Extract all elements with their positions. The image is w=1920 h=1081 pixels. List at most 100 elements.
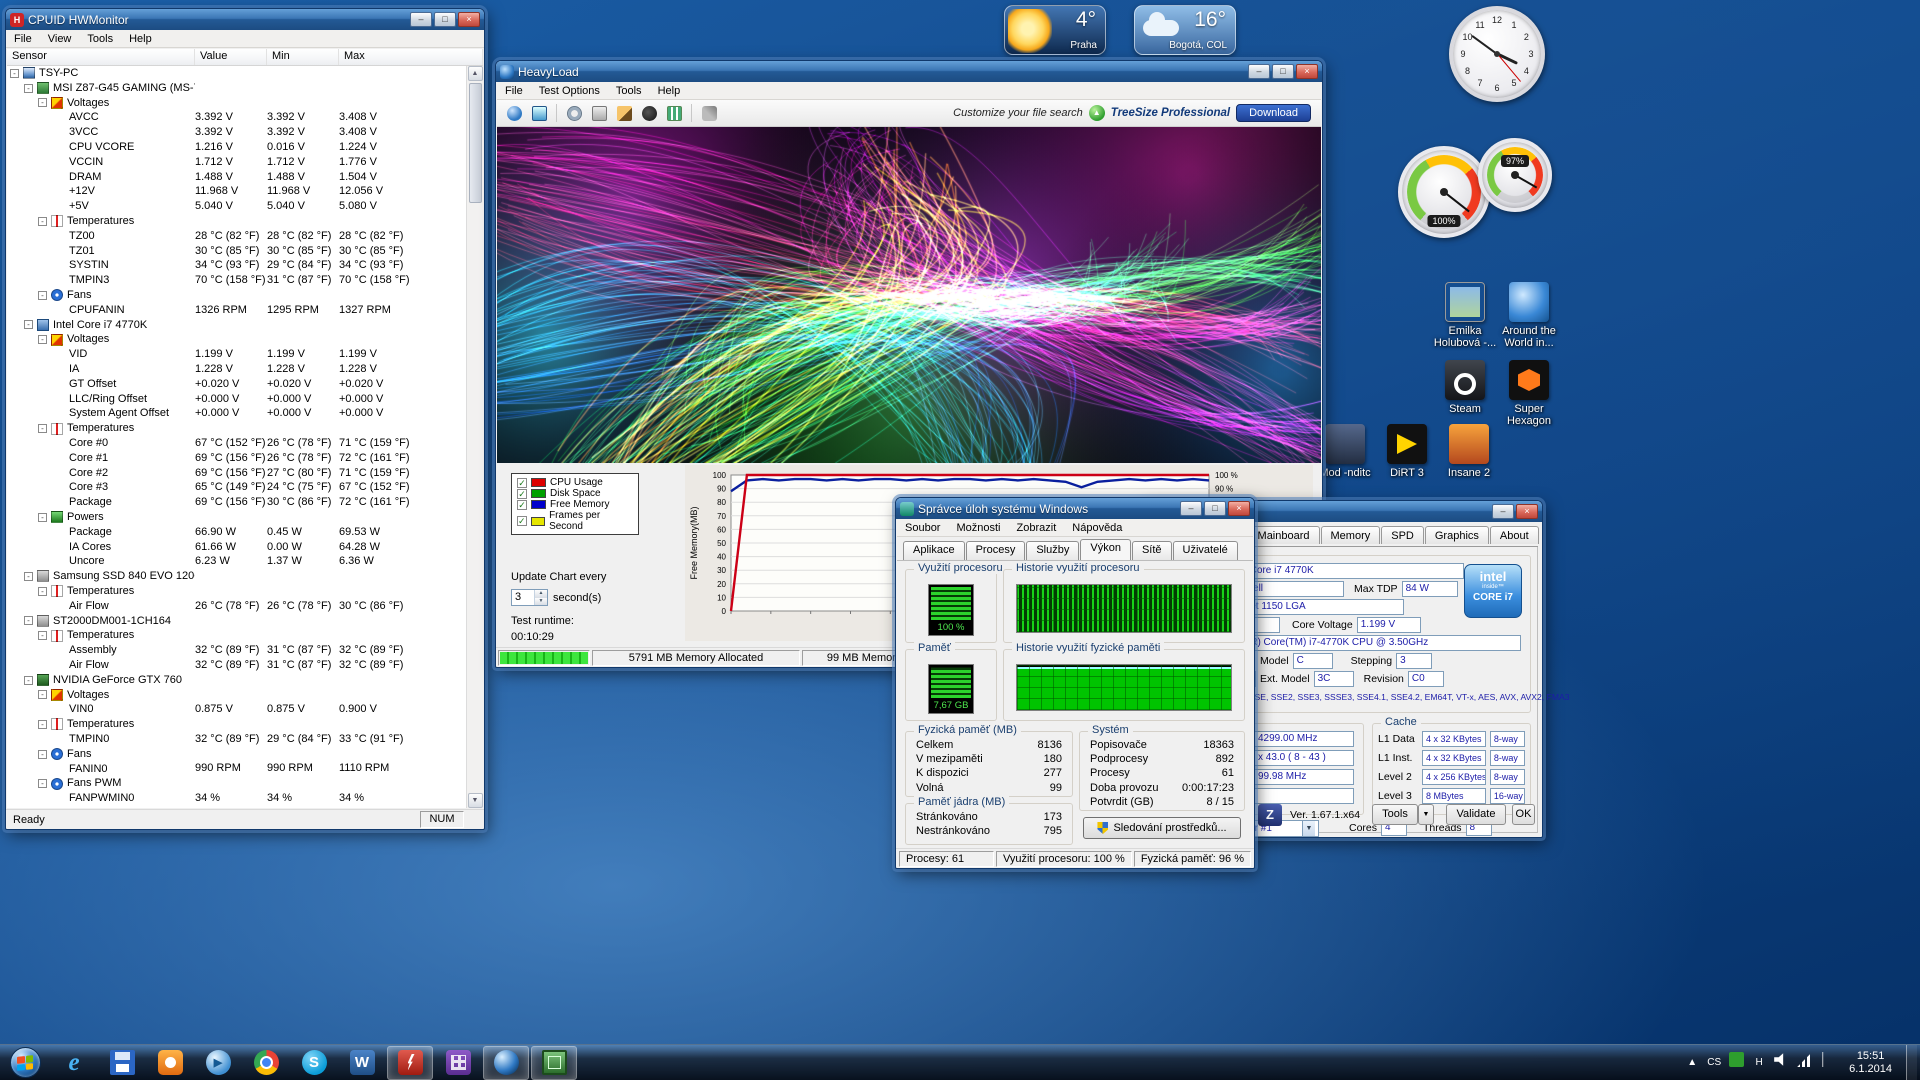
cpuz-tab-spd[interactable]: SPD (1381, 526, 1424, 544)
resource-monitor-button[interactable]: Sledování prostředků... (1083, 817, 1241, 839)
weather-gadget-bogota[interactable]: 16° Bogotá, COL (1134, 5, 1236, 55)
tree-expander-icon[interactable]: - (38, 690, 47, 699)
toolbar-start-button[interactable] (503, 102, 525, 124)
tree-expander-icon[interactable]: - (38, 513, 47, 522)
sensor-row[interactable]: Package69 °C (156 °F)30 °C (86 °F)72 °C … (7, 495, 468, 510)
tree-expander-icon[interactable]: - (38, 335, 47, 344)
close-button[interactable]: × (458, 12, 480, 27)
sensor-row[interactable]: Core #169 °C (156 °F)26 °C (78 °F)72 °C … (7, 451, 468, 466)
toolbar-bomb-button[interactable] (638, 102, 660, 124)
tree-expander-icon[interactable]: - (38, 631, 47, 640)
legend-checkbox[interactable]: ✓ (517, 489, 527, 499)
tree-expander-icon[interactable]: - (10, 69, 19, 78)
cpuz-tab-graphics[interactable]: Graphics (1425, 526, 1489, 544)
interval-value[interactable]: 3 (512, 590, 534, 605)
tree-expander-icon[interactable]: - (38, 750, 47, 759)
tools-dropdown-button[interactable]: ▼ (1418, 804, 1434, 825)
sensor-row[interactable]: TZ0028 °C (82 °F)28 °C (82 °F)28 °C (82 … (7, 229, 468, 244)
cpuz-tab-mainboard[interactable]: Mainboard (1248, 526, 1320, 544)
tree-expander-icon[interactable]: - (38, 424, 47, 433)
taskbar-icon-media-player[interactable]: ▶ (195, 1046, 241, 1080)
sensor-row[interactable]: -Powers (7, 510, 468, 525)
hwmonitor-menu-help[interactable]: Help (121, 30, 160, 48)
tree-expander-icon[interactable]: - (38, 217, 47, 226)
column-header[interactable]: SensorValueMinMax (7, 49, 483, 66)
tree-expander-icon[interactable]: - (24, 572, 33, 581)
taskbar-icon-purple-grid[interactable] (435, 1046, 481, 1080)
tray-hwmonitor-tray-icon[interactable]: H (1752, 1055, 1766, 1071)
tray-volume-icon[interactable] (1774, 1052, 1789, 1073)
hwmonitor-menu-view[interactable]: View (40, 30, 80, 48)
sensor-row[interactable]: -Samsung SSD 840 EVO 120GB (7, 569, 468, 584)
heavyload-menu-help[interactable]: Help (650, 82, 689, 100)
toolbar-wrench-button[interactable] (698, 102, 720, 124)
sensor-row[interactable]: SYSTIN34 °C (93 °F)29 °C (84 °F)34 °C (9… (7, 258, 468, 273)
sensor-row[interactable]: IA1.228 V1.228 V1.228 V (7, 362, 468, 377)
desktop-icon-around-the-world-in[interactable]: Around the World in... (1496, 282, 1562, 349)
sensor-row[interactable]: VIN00.875 V0.875 V0.900 V (7, 702, 468, 717)
taskbar-icon-word[interactable]: W (339, 1046, 385, 1080)
sensor-row[interactable]: GT Offset+0.020 V+0.020 V+0.020 V (7, 377, 468, 392)
tree-expander-icon[interactable]: - (24, 676, 33, 685)
sensor-row[interactable]: Air Flow26 °C (78 °F)26 °C (78 °F)30 °C … (7, 599, 468, 614)
weather-gadget-praha[interactable]: 4° Praha (1004, 5, 1106, 55)
sensor-row[interactable]: -Temperatures (7, 584, 468, 599)
tree-expander-icon[interactable]: - (38, 587, 47, 596)
desktop-icon-super-hexagon[interactable]: Super Hexagon (1496, 360, 1562, 427)
tab-v-kon[interactable]: Výkon (1080, 539, 1131, 560)
tray-action-center-icon[interactable] (1820, 1052, 1835, 1073)
sensor-row[interactable]: -TSY-PC (7, 66, 468, 81)
tree-expander-icon[interactable]: - (38, 720, 47, 729)
scroll-up-button[interactable]: ▲ (468, 66, 483, 81)
maximize-button[interactable]: □ (1204, 501, 1226, 516)
ok-button[interactable]: OK (1512, 804, 1535, 825)
maximize-button[interactable]: □ (1272, 64, 1294, 79)
sensor-row[interactable]: -Temperatures (7, 628, 468, 643)
hwmonitor-titlebar[interactable]: H CPUID HWMonitor – □ × (6, 9, 484, 30)
taskbar-clock[interactable]: 15:51 6.1.2014 (1843, 1050, 1898, 1076)
toolbar-pen-button[interactable] (613, 102, 635, 124)
sensor-row[interactable]: LLC/Ring Offset+0.000 V+0.000 V+0.000 V (7, 392, 468, 407)
taskmgr-menu-soubor[interactable]: Soubor (897, 519, 948, 537)
tree-expander-icon[interactable]: - (38, 98, 47, 107)
close-button[interactable]: × (1296, 64, 1318, 79)
tree-expander-icon[interactable]: - (38, 291, 47, 300)
download-button[interactable]: Download (1236, 104, 1311, 122)
sensor-row[interactable]: -Fans (7, 747, 468, 762)
sensor-row[interactable]: VCCIN1.712 V1.712 V1.776 V (7, 155, 468, 170)
toolbar-grid-button[interactable] (663, 102, 685, 124)
ram-meter-gadget[interactable]: 97% (1478, 138, 1552, 212)
tab-slu-by[interactable]: Služby (1026, 541, 1079, 560)
minimize-button[interactable]: – (1180, 501, 1202, 516)
sensor-row[interactable]: -Temperatures (7, 717, 468, 732)
maximize-button[interactable]: □ (434, 12, 456, 27)
heavyload-menu-tools[interactable]: Tools (608, 82, 650, 100)
show-desktop-button[interactable] (1906, 1045, 1917, 1081)
sensor-row[interactable]: -Voltages (7, 687, 468, 702)
sensor-row[interactable]: -Intel Core i7 4770K (7, 318, 468, 333)
sensor-row[interactable]: Assembly32 °C (89 °F)31 °C (87 °F)32 °C … (7, 643, 468, 658)
legend-checkbox[interactable]: ✓ (517, 516, 527, 526)
desktop-icon-insane-2[interactable]: Insane 2 (1436, 424, 1502, 479)
desktop-icon-steam[interactable]: Steam (1432, 360, 1498, 415)
sensor-row[interactable]: Core #067 °C (152 °F)26 °C (78 °F)71 °C … (7, 436, 468, 451)
sensor-row[interactable]: -NVIDIA GeForce GTX 760 (7, 673, 468, 688)
sensor-row[interactable]: -MSI Z87-G45 GAMING (MS-7... (7, 81, 468, 96)
toolbar-disk-button[interactable] (563, 102, 585, 124)
sensor-row[interactable]: AVCC3.392 V3.392 V3.408 V (7, 110, 468, 125)
legend-checkbox[interactable]: ✓ (517, 500, 527, 510)
cpuz-tab-memory[interactable]: Memory (1321, 526, 1381, 544)
sensor-row[interactable]: Package66.90 W0.45 W69.53 W (7, 525, 468, 540)
sensor-row[interactable]: Air Flow32 °C (89 °F)31 °C (87 °F)32 °C … (7, 658, 468, 673)
sensor-row[interactable]: -ST2000DM001-1CH164 (7, 613, 468, 628)
sensor-row[interactable]: +5V5.040 V5.040 V5.080 V (7, 199, 468, 214)
taskbar-icon-internet-explorer[interactable]: e (51, 1046, 97, 1080)
sensor-row[interactable]: Core #365 °C (149 °F)24 °C (75 °F)67 °C … (7, 480, 468, 495)
sensor-row[interactable]: IA Cores61.66 W0.00 W64.28 W (7, 540, 468, 555)
validate-button[interactable]: Validate (1446, 804, 1506, 825)
sensor-row[interactable]: TZ0130 °C (85 °F)30 °C (85 °F)30 °C (85 … (7, 244, 468, 259)
desktop-icon-dirt-3[interactable]: DiRT 3 (1374, 424, 1440, 479)
cpuz-tab-about[interactable]: About (1490, 526, 1539, 544)
tab-procesy[interactable]: Procesy (966, 541, 1026, 560)
legend-checkbox[interactable]: ✓ (517, 478, 527, 488)
